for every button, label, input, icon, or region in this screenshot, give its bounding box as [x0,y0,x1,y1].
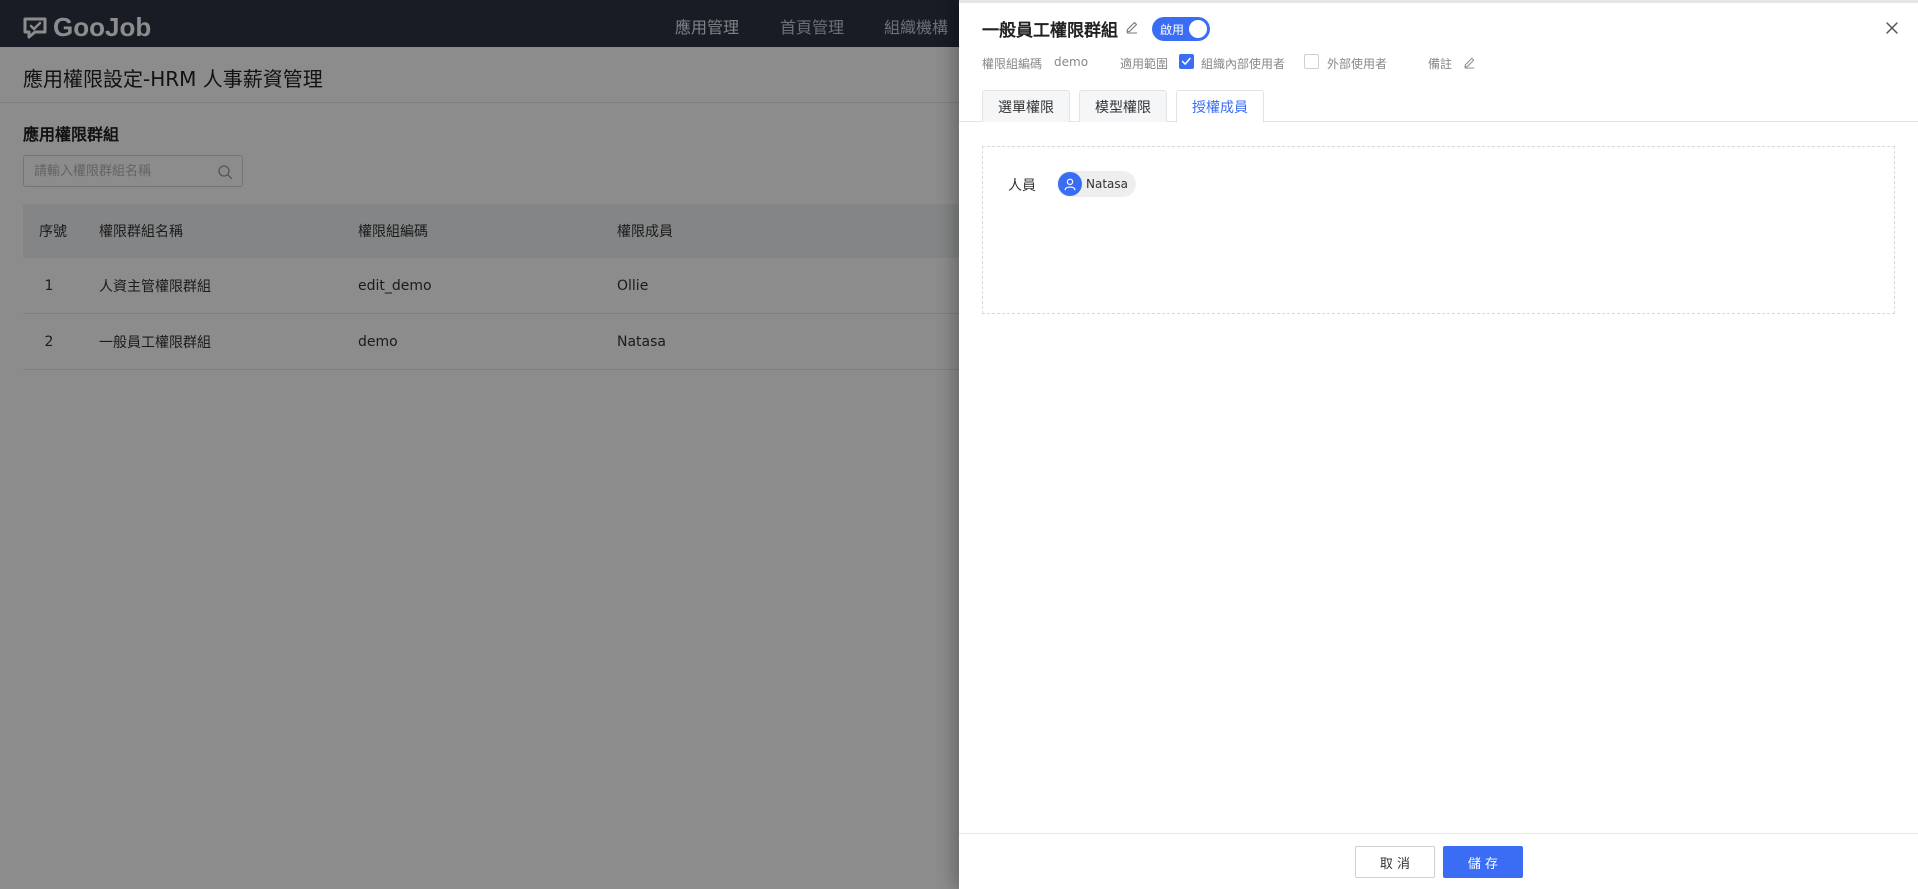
footer-divider [959,833,1918,834]
avatar [1058,172,1082,196]
tab-menu-permissions[interactable]: 選單權限 [982,90,1070,122]
user-icon [1064,178,1076,191]
member-name: Natasa [1086,177,1128,191]
scope-label: 適用範圍 [1120,57,1169,71]
code-label: 權限組編碼 [982,57,1043,71]
edit-remark-icon[interactable] [1463,56,1476,69]
external-users-label[interactable]: 外部使用者 [1327,55,1387,72]
internal-users-label[interactable]: 組織內部使用者 [1201,55,1285,72]
check-icon [1181,57,1191,65]
tab-authorized-members[interactable]: 授權成員 [1176,90,1264,123]
close-icon[interactable] [1882,18,1902,38]
member-chip[interactable]: Natasa [1057,171,1136,197]
members-label: 人員 [1008,178,1036,194]
code-value: demo [1054,55,1089,69]
remark-label: 備註 [1428,57,1453,71]
external-users-checkbox[interactable] [1304,54,1319,69]
drawer-title: 一般員工權限群組 [982,21,1118,41]
edit-title-icon[interactable] [1125,20,1139,34]
drawer-top-border [959,0,1918,3]
toggle-knob [1189,20,1207,38]
enable-toggle[interactable]: 啟用 [1152,17,1210,41]
internal-users-checkbox[interactable] [1179,54,1194,69]
members-panel: 人員 Natasa [982,146,1895,314]
permission-group-drawer: 一般員工權限群組 啟用 權限組編碼 demo 適用範圍 組織內部使用者 外部使用… [959,0,1918,889]
toggle-label: 啟用 [1160,23,1185,37]
save-button[interactable]: 儲 存 [1443,846,1523,878]
tab-model-permissions[interactable]: 模型權限 [1079,90,1167,122]
cancel-button[interactable]: 取 消 [1355,846,1435,878]
